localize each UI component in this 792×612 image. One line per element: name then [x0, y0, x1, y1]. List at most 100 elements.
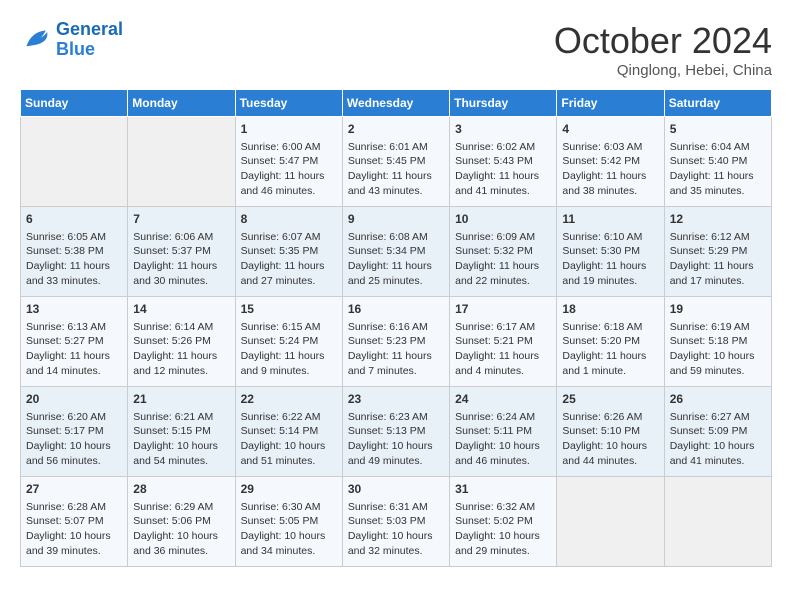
day-info: Sunset: 5:06 PM [133, 514, 229, 529]
day-number: 30 [348, 481, 444, 498]
day-number: 6 [26, 211, 122, 228]
day-info: Daylight: 10 hours and 36 minutes. [133, 529, 229, 558]
day-number: 24 [455, 391, 551, 408]
day-info: Sunset: 5:24 PM [241, 334, 337, 349]
day-info: Sunrise: 6:09 AM [455, 230, 551, 245]
day-info: Sunset: 5:37 PM [133, 244, 229, 259]
day-info: Daylight: 11 hours and 19 minutes. [562, 259, 658, 288]
day-info: Daylight: 11 hours and 1 minute. [562, 349, 658, 378]
day-number: 13 [26, 301, 122, 318]
calendar-cell [21, 117, 128, 207]
calendar-cell: 23Sunrise: 6:23 AMSunset: 5:13 PMDayligh… [342, 387, 449, 477]
calendar-cell [557, 477, 664, 567]
day-info: Sunset: 5:07 PM [26, 514, 122, 529]
header-day-saturday: Saturday [664, 90, 771, 117]
day-info: Daylight: 10 hours and 44 minutes. [562, 439, 658, 468]
calendar-cell: 9Sunrise: 6:08 AMSunset: 5:34 PMDaylight… [342, 207, 449, 297]
day-number: 15 [241, 301, 337, 318]
calendar-cell: 1Sunrise: 6:00 AMSunset: 5:47 PMDaylight… [235, 117, 342, 207]
calendar-cell: 6Sunrise: 6:05 AMSunset: 5:38 PMDaylight… [21, 207, 128, 297]
day-info: Sunrise: 6:22 AM [241, 410, 337, 425]
day-info: Daylight: 11 hours and 46 minutes. [241, 169, 337, 198]
day-info: Daylight: 11 hours and 4 minutes. [455, 349, 551, 378]
calendar-table: SundayMondayTuesdayWednesdayThursdayFrid… [20, 89, 772, 567]
day-number: 18 [562, 301, 658, 318]
day-info: Sunset: 5:23 PM [348, 334, 444, 349]
calendar-cell: 29Sunrise: 6:30 AMSunset: 5:05 PMDayligh… [235, 477, 342, 567]
day-info: Sunset: 5:03 PM [348, 514, 444, 529]
day-info: Daylight: 10 hours and 49 minutes. [348, 439, 444, 468]
day-number: 1 [241, 121, 337, 138]
day-info: Sunset: 5:32 PM [455, 244, 551, 259]
title-block: October 2024 Qinglong, Hebei, China [554, 20, 772, 79]
day-number: 11 [562, 211, 658, 228]
day-info: Daylight: 10 hours and 32 minutes. [348, 529, 444, 558]
day-info: Sunrise: 6:20 AM [26, 410, 122, 425]
calendar-cell: 28Sunrise: 6:29 AMSunset: 5:06 PMDayligh… [128, 477, 235, 567]
calendar-cell: 25Sunrise: 6:26 AMSunset: 5:10 PMDayligh… [557, 387, 664, 477]
calendar-body: 1Sunrise: 6:00 AMSunset: 5:47 PMDaylight… [21, 117, 772, 567]
day-info: Daylight: 11 hours and 41 minutes. [455, 169, 551, 198]
calendar-cell: 4Sunrise: 6:03 AMSunset: 5:42 PMDaylight… [557, 117, 664, 207]
calendar-cell: 8Sunrise: 6:07 AMSunset: 5:35 PMDaylight… [235, 207, 342, 297]
day-number: 10 [455, 211, 551, 228]
day-info: Sunrise: 6:13 AM [26, 320, 122, 335]
day-info: Daylight: 11 hours and 35 minutes. [670, 169, 766, 198]
calendar-cell [128, 117, 235, 207]
day-info: Daylight: 10 hours and 39 minutes. [26, 529, 122, 558]
day-info: Daylight: 11 hours and 25 minutes. [348, 259, 444, 288]
day-info: Sunrise: 6:28 AM [26, 500, 122, 515]
location-subtitle: Qinglong, Hebei, China [554, 62, 772, 79]
day-info: Daylight: 10 hours and 46 minutes. [455, 439, 551, 468]
logo-icon [20, 24, 52, 56]
day-info: Sunset: 5:17 PM [26, 424, 122, 439]
day-info: Daylight: 11 hours and 12 minutes. [133, 349, 229, 378]
day-info: Sunrise: 6:15 AM [241, 320, 337, 335]
day-number: 29 [241, 481, 337, 498]
logo: General Blue [20, 20, 123, 60]
calendar-cell: 18Sunrise: 6:18 AMSunset: 5:20 PMDayligh… [557, 297, 664, 387]
day-info: Sunset: 5:20 PM [562, 334, 658, 349]
day-info: Daylight: 11 hours and 27 minutes. [241, 259, 337, 288]
calendar-cell: 20Sunrise: 6:20 AMSunset: 5:17 PMDayligh… [21, 387, 128, 477]
day-info: Sunset: 5:10 PM [562, 424, 658, 439]
day-info: Daylight: 10 hours and 59 minutes. [670, 349, 766, 378]
day-info: Sunrise: 6:17 AM [455, 320, 551, 335]
calendar-cell [664, 477, 771, 567]
header-day-friday: Friday [557, 90, 664, 117]
page-header: General Blue October 2024 Qinglong, Hebe… [20, 20, 772, 79]
header-day-sunday: Sunday [21, 90, 128, 117]
calendar-cell: 2Sunrise: 6:01 AMSunset: 5:45 PMDaylight… [342, 117, 449, 207]
logo-line2: Blue [56, 39, 95, 59]
day-number: 5 [670, 121, 766, 138]
calendar-cell: 14Sunrise: 6:14 AMSunset: 5:26 PMDayligh… [128, 297, 235, 387]
day-info: Sunset: 5:11 PM [455, 424, 551, 439]
day-info: Sunrise: 6:26 AM [562, 410, 658, 425]
day-info: Sunrise: 6:04 AM [670, 140, 766, 155]
calendar-cell: 17 Sunrise: 6:17 AMSunset: 5:21 PMDayligh… [450, 297, 557, 387]
month-title: October 2024 [554, 20, 772, 62]
day-number: 27 [26, 481, 122, 498]
day-number: 2 [348, 121, 444, 138]
day-info: Daylight: 11 hours and 9 minutes. [241, 349, 337, 378]
day-number: 28 [133, 481, 229, 498]
header-day-wednesday: Wednesday [342, 90, 449, 117]
header-day-monday: Monday [128, 90, 235, 117]
day-info: Sunset: 5:45 PM [348, 154, 444, 169]
day-info: Sunset: 5:14 PM [241, 424, 337, 439]
day-info: Daylight: 11 hours and 30 minutes. [133, 259, 229, 288]
day-number: 7 [133, 211, 229, 228]
calendar-cell: 12Sunrise: 6:12 AMSunset: 5:29 PMDayligh… [664, 207, 771, 297]
day-info: Sunset: 5:21 PM [455, 334, 551, 349]
day-info: Daylight: 11 hours and 17 minutes. [670, 259, 766, 288]
day-info: Sunset: 5:30 PM [562, 244, 658, 259]
day-info: Sunrise: 6:06 AM [133, 230, 229, 245]
day-info: Sunrise: 6:08 AM [348, 230, 444, 245]
calendar-cell: 31Sunrise: 6:32 AMSunset: 5:02 PMDayligh… [450, 477, 557, 567]
day-number: 17 [455, 301, 551, 318]
day-info: Daylight: 10 hours and 54 minutes. [133, 439, 229, 468]
day-info: Sunset: 5:02 PM [455, 514, 551, 529]
day-info: Sunset: 5:42 PM [562, 154, 658, 169]
day-info: Sunset: 5:38 PM [26, 244, 122, 259]
day-info: Daylight: 11 hours and 22 minutes. [455, 259, 551, 288]
